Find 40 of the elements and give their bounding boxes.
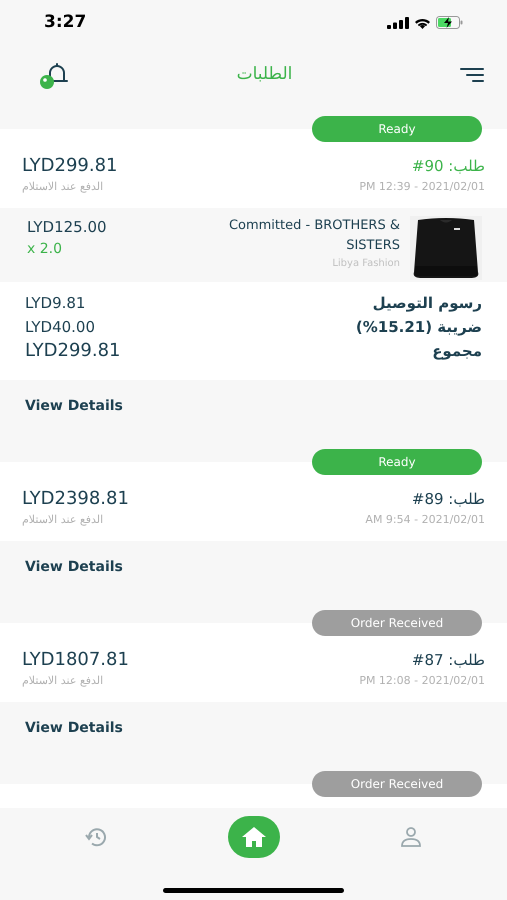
order-number: طلب: 87# (412, 650, 485, 671)
summary-label: رسوم التوصيل (372, 293, 482, 314)
view-details-link[interactable]: View Details (25, 559, 123, 575)
history-icon (84, 826, 108, 848)
home-tab[interactable] (228, 816, 280, 858)
status-badge: Order Received (312, 610, 482, 636)
order-number: طلب: 90# (412, 156, 485, 177)
order-date: PM 12:39 - 2021/02/01 (359, 179, 485, 195)
menu-button[interactable] (458, 65, 485, 85)
menu-icon (460, 68, 484, 82)
order-total: LYD1807.81 (22, 648, 129, 672)
payment-method: الدفع عند الاستلام (22, 512, 104, 528)
wifi-icon (414, 16, 431, 28)
summary-value: LYD9.81 (25, 293, 86, 314)
product-name: Committed - BROTHERS & SISTERS (228, 217, 400, 255)
payment-method: الدفع عند الاستلام (22, 673, 104, 689)
order-date: AM 9:54 - 2021/02/01 (365, 512, 485, 528)
item-quantity: x 2.0 (27, 240, 63, 259)
signal-icon (387, 16, 409, 28)
summary-value: LYD299.81 (25, 340, 120, 362)
summary-value: LYD40.00 (25, 317, 96, 338)
summary-label: مجموع (432, 341, 482, 362)
page-title: الطلبات (236, 63, 292, 86)
status-badge: Ready (312, 116, 482, 142)
view-details-link[interactable]: View Details (25, 720, 123, 736)
order-number: طلب: 89# (412, 489, 485, 510)
summary-label: ضريبة (15.21%) (356, 317, 482, 338)
status-time: 3:27 (44, 10, 86, 34)
bell-icon (38, 61, 68, 89)
order-total: LYD2398.81 (22, 487, 129, 511)
view-details-link[interactable]: View Details (25, 398, 123, 414)
person-icon (400, 826, 422, 848)
home-icon (240, 826, 266, 848)
order-total: LYD299.81 (22, 154, 118, 178)
battery-charging-icon (436, 16, 463, 29)
status-badge: Ready (312, 449, 482, 475)
payment-method: الدفع عند الاستلام (22, 179, 104, 195)
status-badge: Order Received (312, 771, 482, 797)
order-date: PM 12:08 - 2021/02/01 (359, 673, 485, 689)
item-price: LYD125.00 (27, 217, 107, 238)
